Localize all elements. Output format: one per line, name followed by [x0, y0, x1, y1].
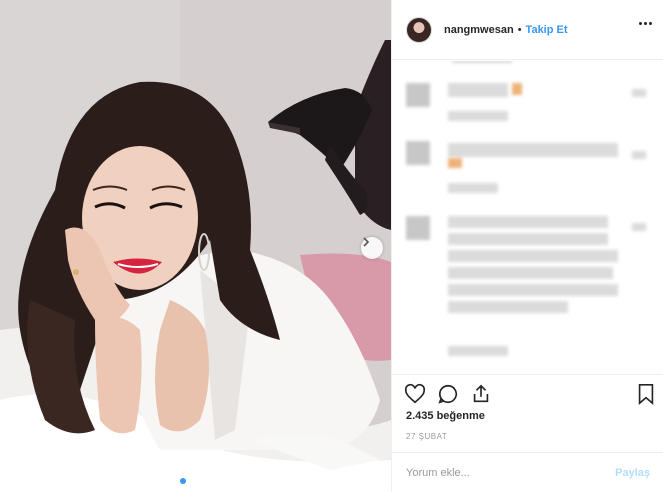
blurred-emoji	[448, 158, 462, 168]
carousel-dot	[170, 478, 176, 484]
post-date[interactable]: 27 ŞUBAT	[406, 432, 447, 441]
heart-icon[interactable]	[404, 383, 426, 410]
carousel-dot-active	[180, 478, 186, 484]
photo-illustration	[0, 0, 391, 492]
blurred-comment	[448, 143, 618, 157]
username-link[interactable]: nangmwesan	[444, 24, 514, 36]
post-comment-button[interactable]: Paylaş	[615, 467, 650, 479]
post-side-panel: nangmwesan • Takip Et 2.435 beğenme 27 Ş…	[391, 0, 663, 492]
blurred-avatar	[406, 216, 430, 240]
comments-list	[392, 61, 663, 373]
more-horizontal-icon[interactable]	[639, 22, 652, 25]
comment-bubble-icon[interactable]	[437, 383, 459, 410]
header-separator: •	[517, 23, 522, 36]
blurred-comment	[448, 233, 608, 245]
blurred-like	[632, 151, 646, 159]
blurred-comment	[448, 301, 568, 313]
blurred-meta	[448, 111, 508, 121]
blurred-like	[632, 223, 646, 231]
comment-input[interactable]	[406, 466, 616, 479]
blurred-comment	[452, 61, 512, 63]
share-icon[interactable]	[470, 383, 492, 410]
like-count[interactable]: 2.435 beğenme	[406, 410, 485, 422]
blurred-comment	[448, 216, 608, 228]
blurred-avatar	[406, 83, 430, 107]
carousel-dot	[190, 478, 196, 484]
blurred-meta	[448, 183, 498, 193]
avatar[interactable]	[406, 16, 432, 43]
blurred-comment	[448, 284, 618, 296]
comment-form: Paylaş	[392, 452, 663, 492]
blurred-comment	[448, 250, 618, 262]
post-header: nangmwesan • Takip Et	[392, 0, 663, 60]
blurred-comment	[448, 83, 508, 97]
blurred-emoji	[512, 83, 522, 95]
bookmark-icon[interactable]	[636, 383, 656, 410]
next-photo-button[interactable]	[361, 237, 383, 259]
blurred-avatar	[406, 141, 430, 165]
blurred-comment	[448, 267, 613, 279]
blurred-meta	[448, 346, 508, 356]
carousel-indicator	[170, 478, 196, 484]
blurred-like	[632, 89, 646, 97]
follow-button[interactable]: Takip Et	[526, 24, 568, 36]
post-photo[interactable]	[0, 0, 391, 492]
